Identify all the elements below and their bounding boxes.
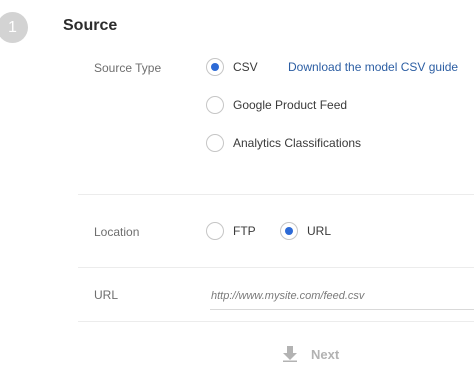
radio-button-checked[interactable] <box>206 58 224 76</box>
step-number-badge: 1 <box>0 12 28 43</box>
next-button-label: Next <box>311 346 340 362</box>
source-type-label: Source Type <box>94 61 162 75</box>
radio-option-csv[interactable]: CSV <box>206 58 258 76</box>
radio-button-unchecked[interactable] <box>206 222 224 240</box>
section-title: Source <box>63 17 118 34</box>
arrow-down-icon <box>283 346 297 362</box>
radio-label-analytics-classifications: Analytics Classifications <box>233 136 362 150</box>
radio-option-ftp[interactable]: FTP <box>206 222 256 240</box>
section-divider <box>78 194 474 195</box>
next-button[interactable]: Next <box>283 346 339 362</box>
download-csv-guide-link[interactable]: Download the model CSV guide <box>288 60 458 74</box>
radio-button-unchecked[interactable] <box>206 134 224 152</box>
section-divider <box>78 321 474 322</box>
radio-label-csv: CSV <box>233 60 258 74</box>
radio-dot <box>211 63 219 71</box>
radio-dot <box>285 227 293 235</box>
radio-label-ftp: FTP <box>233 224 256 238</box>
url-label: URL <box>94 288 119 302</box>
radio-label-google-product-feed: Google Product Feed <box>233 98 348 112</box>
radio-button-checked[interactable] <box>280 222 298 240</box>
radio-option-google-product-feed[interactable]: Google Product Feed <box>206 96 347 114</box>
radio-option-analytics-classifications[interactable]: Analytics Classifications <box>206 134 361 152</box>
radio-button-unchecked[interactable] <box>206 96 224 114</box>
url-input[interactable] <box>210 282 474 310</box>
radio-label-url: URL <box>307 224 332 238</box>
radio-option-url[interactable]: URL <box>280 222 331 240</box>
section-divider <box>78 267 474 268</box>
location-label: Location <box>94 225 140 239</box>
